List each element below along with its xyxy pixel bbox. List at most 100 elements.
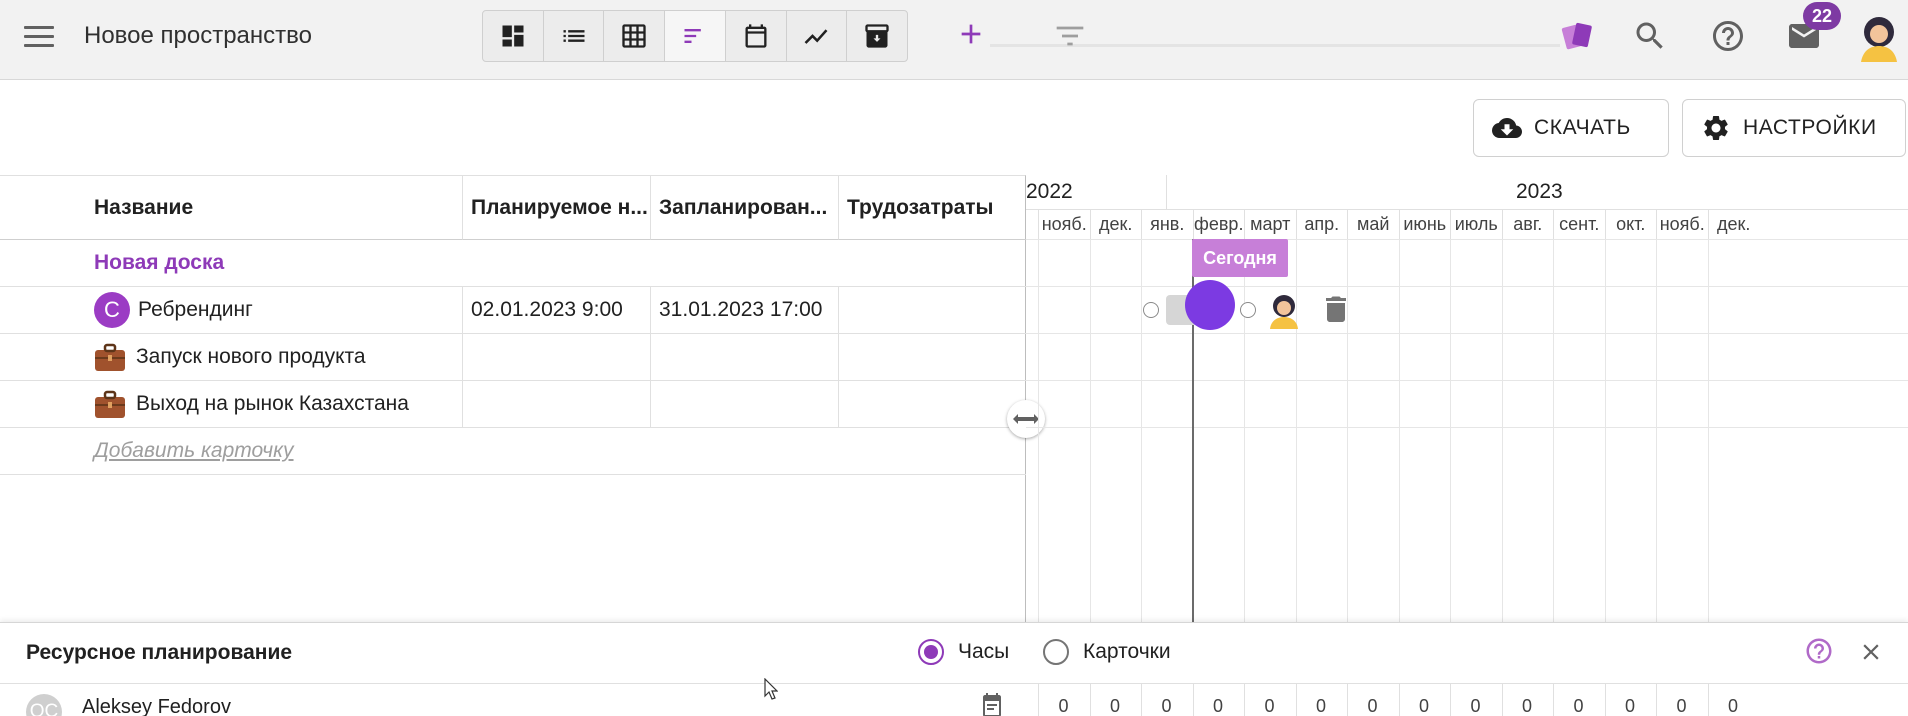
resource-hours-value: 0: [1212, 696, 1223, 716]
table-row[interactable]: Выход на рынок Казахстана: [0, 381, 1026, 428]
download-button[interactable]: СКАЧАТЬ: [1473, 99, 1669, 157]
radio-cards-label: Карточки: [1083, 640, 1171, 663]
month-grid-line: [1038, 239, 1039, 622]
view-table-button[interactable]: [604, 11, 666, 61]
radio-cards-ring[interactable]: [1043, 639, 1069, 665]
grid-icon: [622, 24, 646, 48]
month-label: март: [1244, 209, 1296, 239]
filter-icon[interactable]: [1054, 22, 1086, 50]
resource-title: Ресурсное планирование: [26, 641, 293, 664]
view-switcher: [482, 10, 908, 62]
month-label: май: [1347, 209, 1399, 239]
timeline-row-line: [1026, 333, 1908, 334]
month-label: нояб.: [1038, 209, 1090, 239]
resource-grid-line: [1501, 684, 1503, 716]
card-name[interactable]: Ребрендинг: [138, 298, 253, 322]
column-header-planned-end[interactable]: Запланирован...: [650, 176, 838, 240]
trend-line-icon: [805, 29, 828, 44]
resource-grid-line: [1295, 684, 1297, 716]
planned-start-cell[interactable]: 02.01.2023 9:00: [462, 287, 650, 333]
planned-end-cell[interactable]: [650, 334, 838, 380]
month-label: сент.: [1553, 209, 1605, 239]
month-label: дек.: [1707, 209, 1760, 239]
resource-hours-value: 0: [1470, 696, 1481, 716]
planned-end-cell[interactable]: 31.01.2023 17:00: [650, 287, 838, 333]
resource-user-name: Aleksey Fedorov: [82, 696, 231, 716]
effort-cell[interactable]: [838, 334, 1026, 380]
resource-hours-value: 0: [1315, 696, 1326, 716]
card-name[interactable]: Выход на рынок Казахстана: [136, 392, 409, 416]
briefcase-icon: [95, 390, 125, 418]
month-label: апр.: [1295, 209, 1348, 239]
download-label: СКАЧАТЬ: [1534, 116, 1631, 139]
card-badge: С: [94, 292, 130, 328]
planned-start-cell[interactable]: [462, 334, 650, 380]
view-list-button[interactable]: [544, 11, 605, 61]
view-gantt-button[interactable]: [665, 11, 726, 61]
view-calendar-button[interactable]: [726, 11, 787, 61]
assignee-avatar-icon[interactable]: [1266, 291, 1302, 329]
resource-hours-value: 0: [1367, 696, 1378, 716]
timeline-row-line: [1026, 286, 1908, 287]
view-archive-button[interactable]: [847, 11, 907, 61]
resource-hours-value: 0: [1676, 696, 1687, 716]
dependency-start-handle[interactable]: [1143, 302, 1159, 318]
timeline-row-line: [1026, 239, 1908, 240]
notification-badge: 22: [1803, 2, 1841, 30]
briefcase-icon: [95, 343, 125, 371]
resource-grid-line: [1192, 684, 1194, 716]
resource-grid-line: [1604, 684, 1606, 716]
month-label: июнь: [1398, 209, 1451, 239]
column-header-name[interactable]: Название: [0, 176, 462, 240]
list-icon: [563, 30, 585, 42]
column-header-planned-start[interactable]: Планируемое н...: [462, 176, 650, 240]
month-grid-line: [1398, 239, 1400, 622]
top-bar: Новое пространство 22: [0, 0, 1908, 80]
month-grid-line: [1450, 239, 1451, 622]
resource-grid-line: [1038, 684, 1039, 716]
month-label: февр.: [1192, 209, 1245, 239]
gantt-icon: [684, 29, 701, 43]
radio-hours[interactable]: Часы: [918, 639, 1009, 665]
close-icon[interactable]: [1858, 639, 1884, 665]
task-marker[interactable]: [1185, 280, 1235, 330]
radio-cards[interactable]: Карточки: [1043, 639, 1171, 665]
resource-row: OC Aleksey Fedorov 0 0 0 0 0 0 0 0 0 0 0 0 0 0: [0, 683, 1908, 716]
table-row[interactable]: С Ребрендинг 02.01.2023 9:00 31.01.2023 …: [0, 287, 1026, 334]
trash-icon[interactable]: [1324, 295, 1348, 323]
add-icon[interactable]: [955, 18, 987, 50]
radio-hours-ring[interactable]: [918, 639, 944, 665]
dashboard-icon: [502, 25, 524, 47]
timeline-row-line: [1026, 427, 1908, 428]
menu-icon[interactable]: [24, 26, 54, 50]
table-row[interactable]: Запуск нового продукта: [0, 334, 1026, 381]
mouse-cursor-icon: [764, 678, 778, 700]
settings-button[interactable]: НАСТРОЙКИ: [1682, 99, 1906, 157]
month-label: окт.: [1604, 209, 1657, 239]
calendar-icon: [745, 24, 767, 48]
help-icon[interactable]: [1804, 636, 1834, 666]
planned-start-cell[interactable]: [462, 381, 650, 427]
calendar-icon[interactable]: [980, 692, 1004, 716]
cards-logo-icon: [1561, 22, 1592, 50]
resource-grid-line: [1656, 684, 1657, 716]
add-card-link[interactable]: Добавить карточку: [94, 439, 294, 463]
column-header-effort[interactable]: Трудозатраты: [838, 176, 1026, 240]
group-row[interactable]: Новая доска: [0, 240, 1026, 287]
effort-cell[interactable]: [838, 381, 1026, 427]
resource-hours-value: 0: [1161, 696, 1172, 716]
view-chart-button[interactable]: [787, 11, 848, 61]
view-board-button[interactable]: [483, 11, 544, 61]
search-icon[interactable]: [1632, 18, 1668, 54]
month-grid-line: [1707, 239, 1709, 622]
card-name[interactable]: Запуск нового продукта: [136, 345, 366, 369]
dependency-end-handle[interactable]: [1240, 302, 1256, 318]
planned-end-cell[interactable]: [650, 381, 838, 427]
resource-grid-line: [1244, 684, 1245, 716]
effort-cell[interactable]: [838, 287, 1026, 333]
resource-grid-line: [1398, 684, 1400, 716]
help-icon[interactable]: [1710, 18, 1746, 54]
resource-grid-line: [1450, 684, 1451, 716]
year-divider: [1166, 175, 1167, 209]
user-avatar-icon[interactable]: [1855, 12, 1903, 62]
